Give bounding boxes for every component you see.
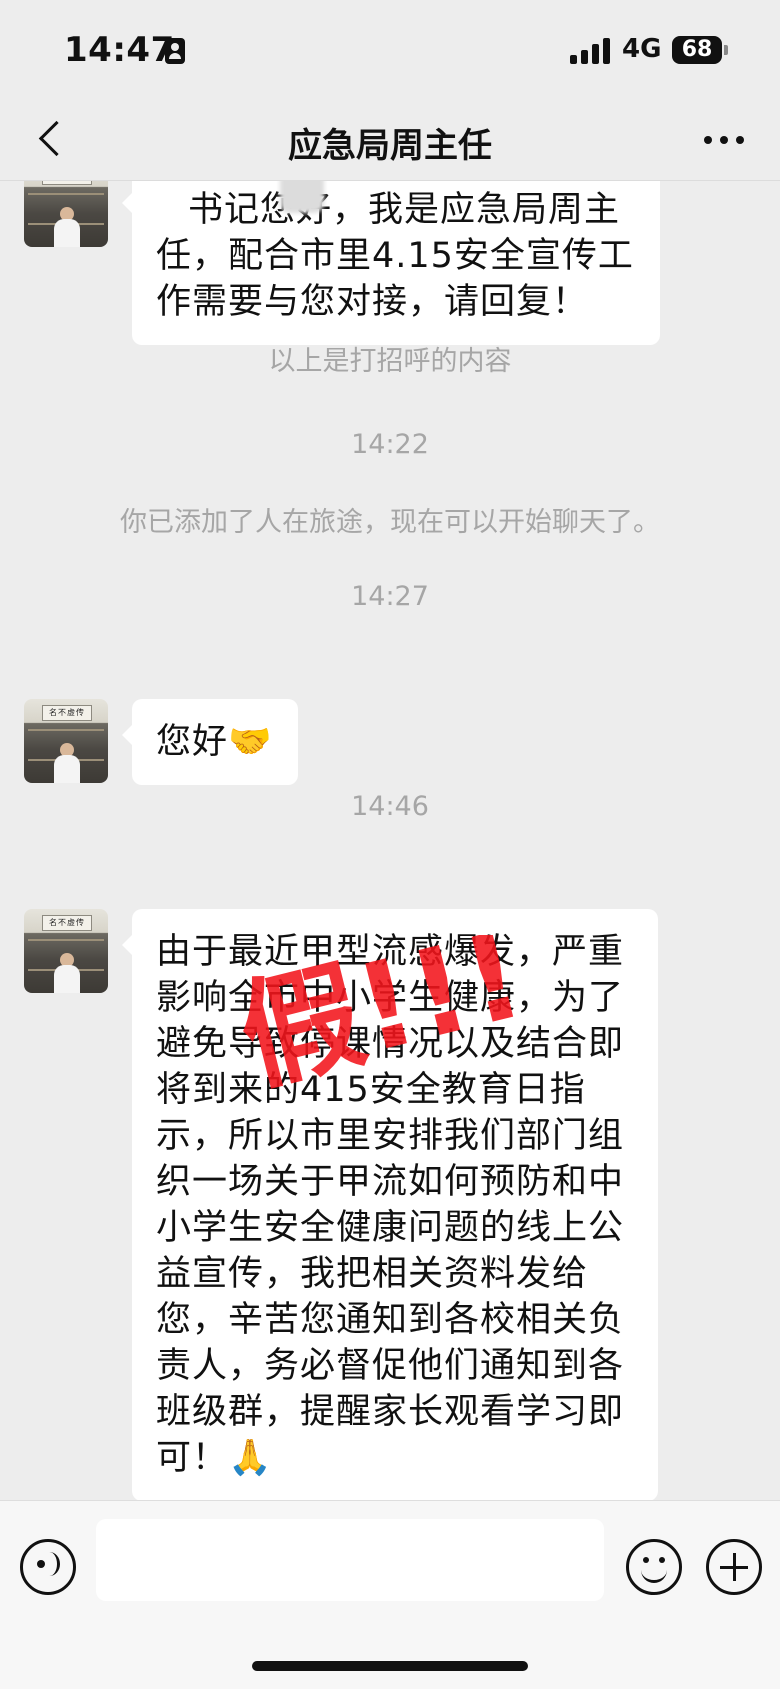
contact-avatar[interactable]: 名不虚传 xyxy=(24,181,108,247)
avatar-scroll: 名不虚传 xyxy=(42,181,92,185)
battery-icon: 68 xyxy=(672,36,722,64)
status-bar: 14:47 4G 68 xyxy=(0,0,780,100)
status-time: 14:47 xyxy=(64,30,175,70)
network-label: 4G xyxy=(622,34,662,64)
redacted-blur xyxy=(280,181,324,213)
message-text: 由于最近甲型流感爆发，严重影响全市中小学生健康，为了避免导致停课情况以及结合即将… xyxy=(156,932,625,1478)
system-notice: 你已添加了人在旅途，现在可以开始聊天了。 xyxy=(120,507,660,538)
system-notice: 以上是打招呼的内容 xyxy=(268,346,512,377)
avatar-scroll: 名不虚传 xyxy=(42,915,92,931)
avatar-scroll: 名不虚传 xyxy=(42,705,92,721)
contact-avatar[interactable]: 名不虚传 xyxy=(24,699,108,783)
message-bubble[interactable]: 由于最近甲型流感爆发，严重影响全市中小学生健康，为了避免导致停课情况以及结合即将… xyxy=(122,909,658,1501)
message-text: 您好🤝 xyxy=(156,722,273,762)
chat-title: 应急局周主任 xyxy=(288,126,492,166)
timestamp: 14:27 xyxy=(351,581,429,612)
input-bar xyxy=(0,1500,780,1689)
chat-header: 应急局周主任 xyxy=(0,100,780,181)
message-list[interactable]: 名不虚传 书记您好，我是应急局周主任，配合市里4.15安全宣传工作需要与您对接，… xyxy=(0,181,780,1501)
message-bubble[interactable]: 书记您好，我是应急局周主任，配合市里4.15安全宣传工作需要与您对接，请回复！ xyxy=(122,181,660,345)
message-bubble[interactable]: 您好🤝 xyxy=(122,699,298,785)
contact-avatar[interactable]: 名不虚传 xyxy=(24,909,108,993)
timestamp: 14:22 xyxy=(351,429,429,460)
plus-icon[interactable] xyxy=(706,1539,762,1595)
message-text: 书记您好，我是应急局周主任，配合市里4.15安全宣传工作需要与您对接，请回复！ xyxy=(156,190,634,322)
message-input[interactable] xyxy=(96,1519,604,1601)
timestamp: 14:46 xyxy=(351,791,429,822)
voice-icon[interactable] xyxy=(20,1539,76,1595)
more-dots-icon[interactable] xyxy=(704,136,744,144)
home-indicator[interactable] xyxy=(252,1661,528,1671)
person-badge-icon xyxy=(165,38,185,64)
signal-icon xyxy=(570,38,612,64)
battery-cap xyxy=(724,45,728,55)
emoji-icon[interactable] xyxy=(626,1539,682,1595)
